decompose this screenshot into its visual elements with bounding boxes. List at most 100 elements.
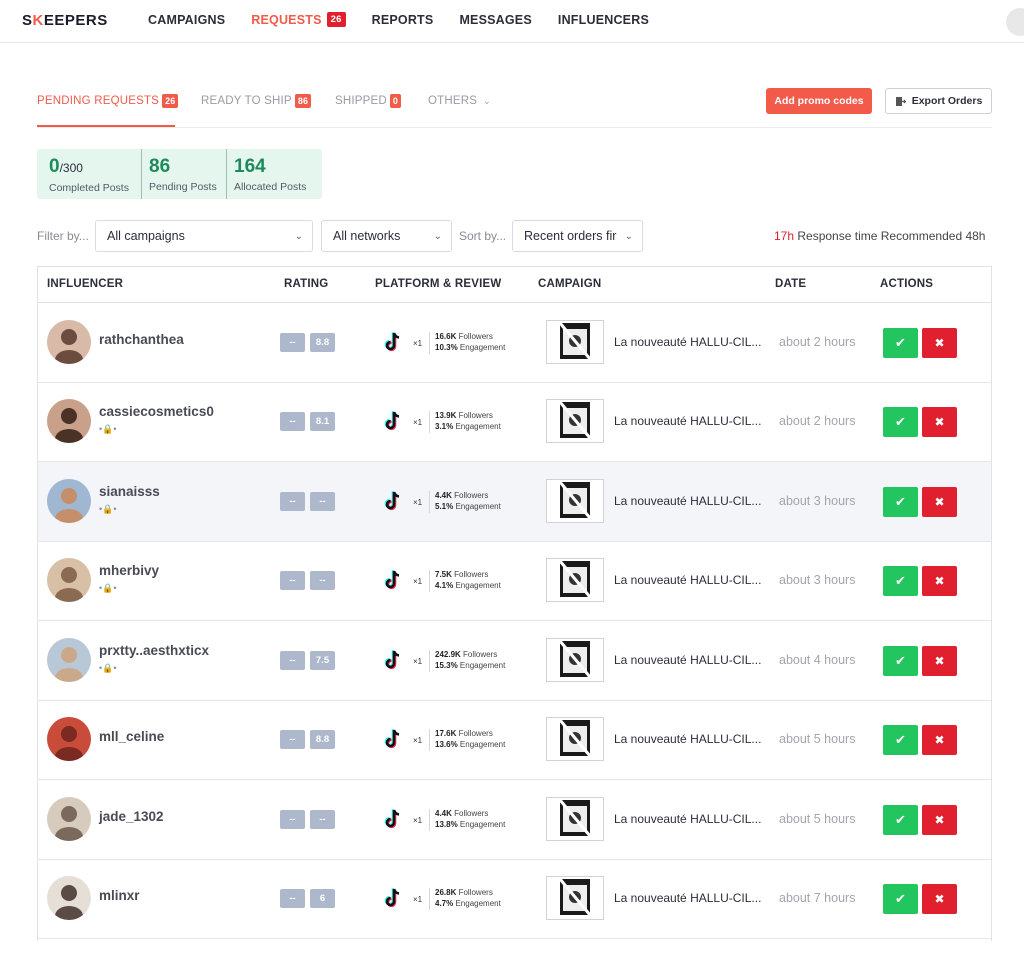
nav-requests[interactable]: REQUESTS 26 bbox=[251, 12, 346, 27]
campaign-name[interactable]: La nouveauté HALLU-CIL... bbox=[614, 335, 761, 349]
reject-button[interactable]: ✖ bbox=[922, 407, 957, 437]
add-promo-codes-button[interactable]: Add promo codes bbox=[766, 88, 872, 114]
tiktok-icon[interactable] bbox=[383, 490, 403, 512]
table-row[interactable]: sianaisss •🔒• -- -- ×1 4.4K Followers 5.… bbox=[38, 462, 991, 542]
reject-button[interactable]: ✖ bbox=[922, 566, 957, 596]
reject-button[interactable]: ✖ bbox=[922, 805, 957, 835]
divider bbox=[429, 650, 430, 672]
influencer-name[interactable]: rathchanthea bbox=[99, 332, 184, 347]
sort-select[interactable]: Recent orders fir ⌄ bbox=[512, 220, 643, 252]
avatar[interactable] bbox=[47, 479, 91, 523]
campaign-thumbnail[interactable] bbox=[546, 717, 604, 761]
reject-button[interactable]: ✖ bbox=[922, 487, 957, 517]
campaign-thumbnail[interactable] bbox=[546, 638, 604, 682]
approve-button[interactable]: ✔ bbox=[883, 805, 918, 835]
request-date: about 3 hours bbox=[779, 573, 856, 587]
col-campaign[interactable]: CAMPAIGN bbox=[538, 278, 601, 290]
table-row[interactable]: cassiecosmetics0 •🔒• -- 8.1 ×1 13.9K Fol… bbox=[38, 382, 991, 462]
influencer-name[interactable]: mlinxr bbox=[99, 888, 140, 903]
engagement-metric: 4.7% Engagement bbox=[435, 899, 501, 908]
table-row[interactable]: mherbivy •🔒• -- -- ×1 7.5K Followers 4.1… bbox=[38, 541, 991, 621]
campaign-name[interactable]: La nouveauté HALLU-CIL... bbox=[614, 653, 761, 667]
approve-button[interactable]: ✔ bbox=[883, 487, 918, 517]
col-rating[interactable]: RATING bbox=[284, 278, 328, 290]
avatar[interactable] bbox=[47, 558, 91, 602]
skeepers-logo[interactable]: SKEEPERS bbox=[22, 12, 108, 29]
approve-button[interactable]: ✔ bbox=[883, 646, 918, 676]
campaign-name[interactable]: La nouveauté HALLU-CIL... bbox=[614, 573, 761, 587]
campaign-thumbnail[interactable] bbox=[546, 479, 604, 523]
tiktok-icon[interactable] bbox=[383, 649, 403, 671]
post-count: ×1 bbox=[413, 736, 423, 745]
table-row[interactable]: mlinxr -- 6 ×1 26.8K Followers 4.7% Enga… bbox=[38, 859, 991, 939]
approve-button[interactable]: ✔ bbox=[883, 328, 918, 358]
campaign-name[interactable]: La nouveauté HALLU-CIL... bbox=[614, 494, 761, 508]
influencer-name[interactable]: mll_celine bbox=[99, 729, 164, 744]
nav-campaigns[interactable]: CAMPAIGNS bbox=[148, 12, 225, 27]
avatar[interactable] bbox=[47, 717, 91, 761]
col-date[interactable]: DATE bbox=[775, 278, 806, 290]
approve-button[interactable]: ✔ bbox=[883, 725, 918, 755]
campaign-name[interactable]: La nouveauté HALLU-CIL... bbox=[614, 891, 761, 905]
reject-button[interactable]: ✖ bbox=[922, 646, 957, 676]
influencer-name[interactable]: jade_1302 bbox=[99, 809, 164, 824]
sort-label: Sort by... bbox=[459, 229, 507, 243]
table-row[interactable]: jade_1302 -- -- ×1 4.4K Followers 13.8% … bbox=[38, 780, 991, 860]
tab-shipped[interactable]: SHIPPED 0 bbox=[335, 92, 402, 110]
tiktok-icon[interactable] bbox=[383, 410, 403, 432]
table-row[interactable]: prxtty..aesthxticx •🔒• -- 7.5 ×1 242.9K … bbox=[38, 621, 991, 701]
campaign-thumbnail[interactable] bbox=[546, 876, 604, 920]
tiktok-icon[interactable] bbox=[383, 808, 403, 830]
col-platform-review[interactable]: PLATFORM & REVIEW bbox=[375, 278, 502, 290]
nav-influencers[interactable]: INFLUENCERS bbox=[558, 12, 649, 27]
tab-ready-to-ship[interactable]: READY TO SHIP 86 bbox=[201, 92, 312, 110]
nav-messages[interactable]: MESSAGES bbox=[459, 12, 531, 27]
tiktok-icon[interactable] bbox=[383, 887, 403, 909]
score-badge: 8.1 bbox=[310, 412, 335, 431]
col-influencer[interactable]: INFLUENCER bbox=[47, 278, 123, 290]
divider bbox=[429, 411, 430, 433]
tiktok-icon[interactable] bbox=[383, 728, 403, 750]
rating-badge: -- bbox=[280, 889, 305, 908]
tiktok-icon[interactable] bbox=[383, 331, 403, 353]
influencer-name[interactable]: cassiecosmetics0 bbox=[99, 404, 214, 419]
campaign-thumbnail[interactable] bbox=[546, 320, 604, 364]
avatar[interactable] bbox=[47, 797, 91, 841]
influencer-name[interactable]: prxtty..aesthxticx bbox=[99, 643, 209, 658]
avatar[interactable] bbox=[47, 320, 91, 364]
user-avatar[interactable] bbox=[1006, 8, 1024, 36]
avatar[interactable] bbox=[47, 876, 91, 920]
avatar[interactable] bbox=[47, 399, 91, 443]
request-date: about 5 hours bbox=[779, 732, 856, 746]
table-row[interactable]: mll_celine -- 8.8 ×1 17.6K Followers 13.… bbox=[38, 700, 991, 780]
influencer-name[interactable]: sianaisss bbox=[99, 484, 160, 499]
reject-button[interactable]: ✖ bbox=[922, 725, 957, 755]
tab-pending-requests[interactable]: PENDING REQUESTS 26 bbox=[37, 92, 179, 110]
avatar[interactable] bbox=[47, 638, 91, 682]
networks-select[interactable]: All networks ⌄ bbox=[321, 220, 452, 252]
close-icon: ✖ bbox=[934, 574, 945, 588]
export-orders-button[interactable]: Export Orders bbox=[885, 88, 992, 114]
approve-button[interactable]: ✔ bbox=[883, 407, 918, 437]
active-tab-indicator bbox=[37, 125, 175, 127]
campaign-name[interactable]: La nouveauté HALLU-CIL... bbox=[614, 414, 761, 428]
tab-others[interactable]: OTHERS ⌄ bbox=[428, 92, 491, 110]
reject-button[interactable]: ✖ bbox=[922, 884, 957, 914]
reject-button[interactable]: ✖ bbox=[922, 328, 957, 358]
col-actions[interactable]: ACTIONS bbox=[880, 278, 933, 290]
campaign-name[interactable]: La nouveauté HALLU-CIL... bbox=[614, 732, 761, 746]
approve-button[interactable]: ✔ bbox=[883, 566, 918, 596]
campaign-thumbnail[interactable] bbox=[546, 399, 604, 443]
rating-badge: -- bbox=[280, 333, 305, 352]
nav-reports[interactable]: REPORTS bbox=[372, 12, 434, 27]
influencer-name[interactable]: mherbivy bbox=[99, 563, 159, 578]
ready-count-badge: 86 bbox=[294, 94, 312, 108]
campaigns-select[interactable]: All campaigns ⌄ bbox=[95, 220, 313, 252]
tiktok-icon[interactable] bbox=[383, 569, 403, 591]
pending-count-badge: 26 bbox=[162, 94, 179, 108]
campaign-name[interactable]: La nouveauté HALLU-CIL... bbox=[614, 812, 761, 826]
campaign-thumbnail[interactable] bbox=[546, 558, 604, 602]
campaign-thumbnail[interactable] bbox=[546, 797, 604, 841]
table-row[interactable]: rathchanthea -- 8.8 ×1 16.6K Followers 1… bbox=[38, 303, 991, 383]
approve-button[interactable]: ✔ bbox=[883, 884, 918, 914]
